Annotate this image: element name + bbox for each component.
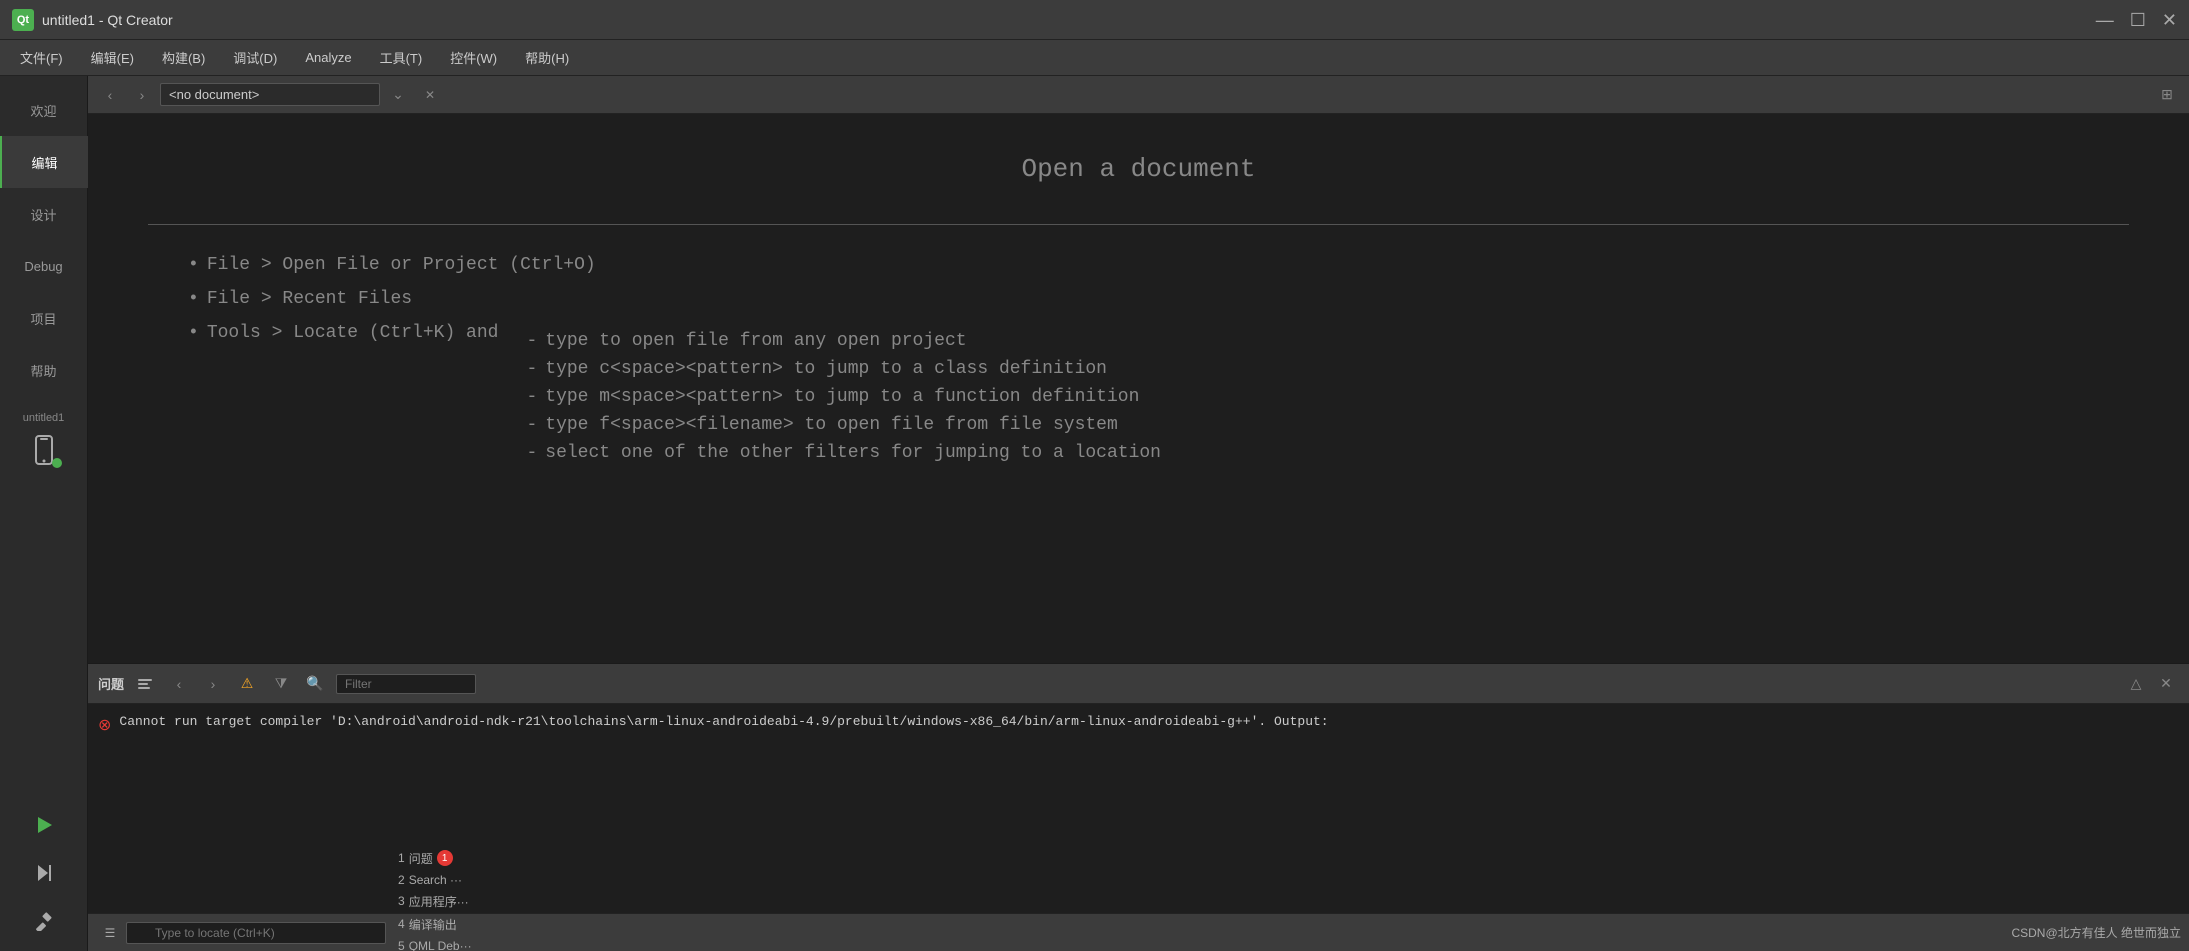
back-button[interactable]: ‹ [96,81,124,109]
filter-input[interactable] [336,674,476,694]
device-dot [52,458,62,468]
issues-search-icon[interactable]: 🔍 [302,671,328,697]
issues-next-button[interactable]: › [200,671,226,697]
forward-button[interactable]: › [128,81,156,109]
split-view-button[interactable]: ⊞ [2153,81,2181,109]
issues-toolbar: 问题 ‹ › ⚠ ⧩ 🔍 △ ✕ [88,664,2189,704]
editor-area: Open a document File > Open File or Proj… [88,114,2189,663]
locate-wrapper: 🔍 [126,922,386,944]
window-controls: — ☐ ✕ [2096,11,2177,29]
list-item: type m<space><pattern> to jump to a func… [526,387,1161,407]
sidebar-bottom [0,803,88,951]
list-item: select one of the other filters for jump… [526,443,1161,463]
doc-close-button[interactable]: ✕ [416,81,444,109]
status-tab-1[interactable]: 1问题1 [388,847,482,870]
device-label: untitled1 [23,412,65,424]
device-icon[interactable] [22,428,66,472]
list-item: type c<space><pattern> to jump to a clas… [526,359,1161,379]
run-button[interactable] [18,803,70,847]
device-section: untitled1 [0,412,87,472]
menu-item-f[interactable]: 文件(F) [8,44,75,71]
issues-prev-button[interactable]: ‹ [166,671,192,697]
status-tabs: 1问题12Search ···3应用程序···4编译输出5QML Deb···6… [388,847,482,951]
close-button[interactable]: ✕ [2162,11,2177,29]
sidebar-toggle-button[interactable]: ☰ [96,919,124,947]
sidebar-item-[interactable]: 项目 [0,292,88,344]
sidebar: 欢迎编辑设计Debug项目帮助 untitled1 [0,76,88,951]
welcome-title: Open a document [148,154,2129,184]
issues-warning-icon: ⚠ [234,671,260,697]
build-button[interactable] [18,899,70,943]
welcome-divider [148,224,2129,225]
issues-group-button[interactable] [132,671,158,697]
title-text: untitled1 - Qt Creator [42,12,173,28]
sidebar-nav: 欢迎编辑设计Debug项目帮助 [0,84,88,396]
error-icon: ⊗ [98,714,111,738]
issues-right: △ ✕ [2123,671,2179,697]
menu-item-d[interactable]: 调试(D) [221,44,289,71]
doc-path-input[interactable] [160,83,380,106]
status-tab-4[interactable]: 4编译输出 [388,913,482,936]
menu-item-e[interactable]: 编辑(E) [79,44,146,71]
menu-bar: 文件(F)编辑(E)构建(B)调试(D)Analyze工具(T)控件(W)帮助(… [0,40,2189,76]
minimize-button[interactable]: — [2096,11,2114,29]
app-icon: Qt [12,9,34,31]
doc-toolbar-right: ⊞ [2153,81,2181,109]
error-text: Cannot run target compiler 'D:\android\a… [119,712,1328,732]
welcome-list: File > Open File or Project (Ctrl+O) File… [148,255,2129,471]
doc-toolbar: ‹ › ⌄ ✕ ⊞ [88,76,2189,114]
locate-input[interactable] [126,922,386,944]
sidebar-item-[interactable]: 欢迎 [0,84,88,136]
step-button[interactable] [18,851,70,895]
issues-title: 问题 [98,674,124,693]
menu-item-analyze[interactable]: Analyze [293,46,363,69]
list-item: File > Open File or Project (Ctrl+O) [188,255,2129,275]
sidebar-item-debug[interactable]: Debug [0,240,88,292]
status-tab-2[interactable]: 2Search ··· [388,870,482,890]
sidebar-item-[interactable]: 编辑 [0,136,88,188]
status-badge-1: 1 [437,850,453,866]
menu-item-h[interactable]: 帮助(H) [513,44,581,71]
menu-item-w[interactable]: 控件(W) [438,44,509,71]
status-tab-3[interactable]: 3应用程序··· [388,890,482,913]
sidebar-item-[interactable]: 设计 [0,188,88,240]
status-bar: ☰ 🔍 1问题12Search ···3应用程序···4编译输出5QML Deb… [88,913,2189,951]
menu-item-b[interactable]: 构建(B) [150,44,217,71]
title-bar: Qt untitled1 - Qt Creator — ☐ ✕ [0,0,2189,40]
list-item: File > Recent Files [188,289,2129,309]
issues-close-button[interactable]: ✕ [2153,671,2179,697]
content-area: ‹ › ⌄ ✕ ⊞ Open a document File > Open Fi… [88,76,2189,951]
list-item: Tools > Locate (Ctrl+K) andtype to open … [188,323,2129,471]
status-right: CSDN@北方有佳人 绝世而独立 [2011,924,2181,941]
list-item: type to open file from any open project [526,331,1161,351]
title-bar-left: Qt untitled1 - Qt Creator [12,9,173,31]
status-tab-5[interactable]: 5QML Deb··· [388,936,482,951]
menu-item-t[interactable]: 工具(T) [368,44,435,71]
issues-filter-icon[interactable]: ⧩ [268,671,294,697]
sidebar-item-[interactable]: 帮助 [0,344,88,396]
error-row: ⊗ Cannot run target compiler 'D:\android… [98,712,2179,738]
nav-dropdown-icon[interactable]: ⌄ [384,81,412,109]
maximize-button[interactable]: ☐ [2130,11,2146,29]
issues-expand-button[interactable]: △ [2123,671,2149,697]
main-layout: 欢迎编辑设计Debug项目帮助 untitled1 [0,76,2189,951]
list-item: type f<space><filename> to open file fro… [526,415,1161,435]
